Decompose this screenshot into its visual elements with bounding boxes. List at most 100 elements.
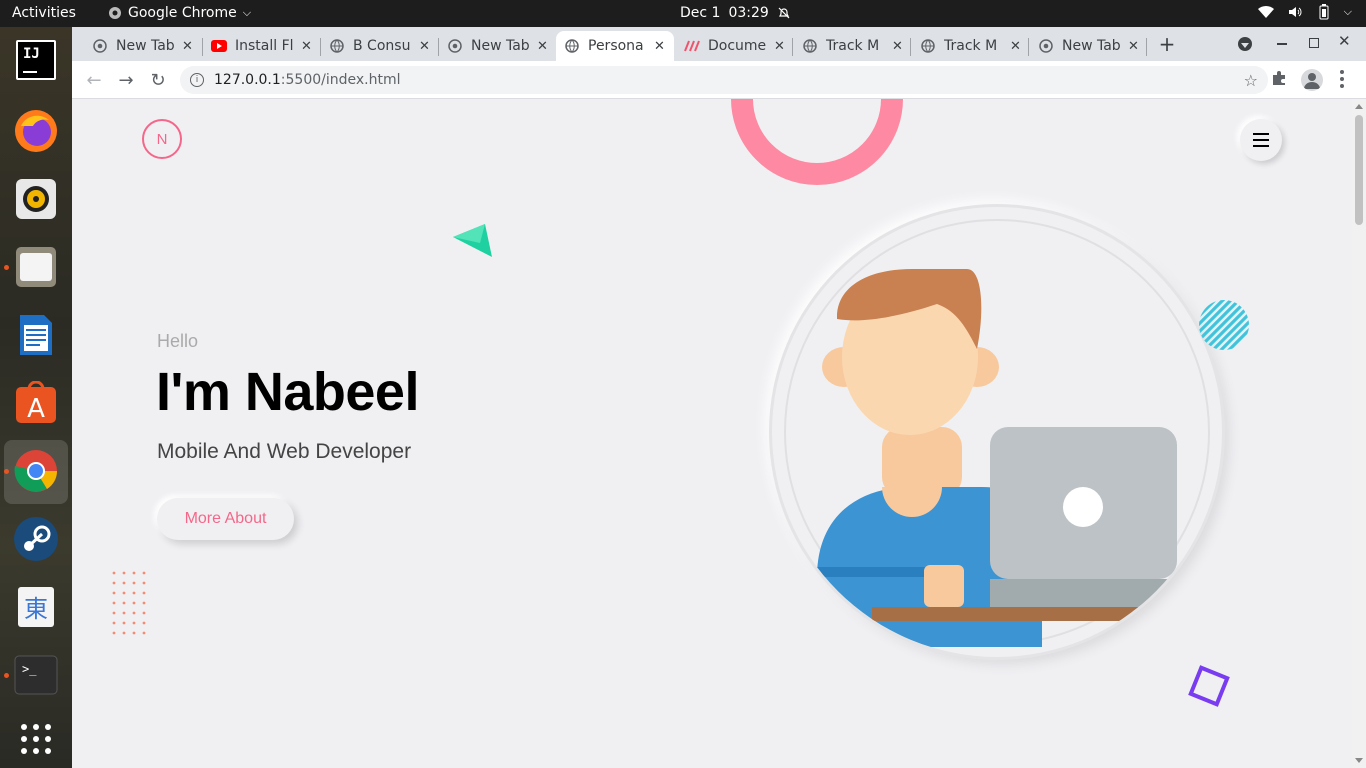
running-indicator <box>4 673 9 678</box>
url-path: :5500/index.html <box>280 72 401 88</box>
tab-title: Persona <box>588 38 644 54</box>
tab-title: Install Fl <box>235 38 294 54</box>
show-applications-icon[interactable] <box>12 715 60 763</box>
chrome-window: New Tab ✕ Install Fl ✕ B Consu ✕ New Tab… <box>72 27 1366 768</box>
tab[interactable]: Track M ✕ <box>912 31 1030 61</box>
chevron-down-icon: ⌵ <box>1343 5 1352 18</box>
tab-separator <box>792 38 793 56</box>
triangle-decoration <box>453 224 492 257</box>
running-indicator <box>4 265 9 270</box>
app-menu[interactable]: Google Chrome ⌵ <box>108 5 251 21</box>
close-icon[interactable]: ✕ <box>1010 39 1021 54</box>
app-name: Google Chrome <box>128 5 237 21</box>
tab[interactable]: Install Fl ✕ <box>203 31 321 61</box>
close-icon[interactable]: ✕ <box>301 39 312 54</box>
hero-subtitle: Mobile And Web Developer <box>157 440 412 463</box>
libreoffice-writer-icon[interactable] <box>12 311 60 359</box>
close-icon[interactable]: ✕ <box>182 39 193 54</box>
url-host: 127.0.0.1 <box>214 72 281 88</box>
tab-active[interactable]: Persona ✕ <box>556 31 674 61</box>
profile-avatar[interactable] <box>1301 69 1323 91</box>
files-icon[interactable] <box>12 243 60 291</box>
pink-ring-decoration <box>731 99 903 185</box>
bell-off-icon <box>778 7 790 19</box>
tab-separator <box>910 38 911 56</box>
hamburger-icon <box>1253 133 1269 147</box>
chrome-icon <box>92 38 108 54</box>
close-icon[interactable]: ✕ <box>1128 39 1139 54</box>
terminal-icon[interactable]: >_ <box>12 651 60 699</box>
scrollbar-thumb[interactable] <box>1355 115 1363 225</box>
info-icon[interactable]: i <box>190 73 204 87</box>
scroll-down-arrow[interactable] <box>1355 758 1363 763</box>
tab-title: Track M <box>944 38 998 54</box>
tab[interactable]: Track M ✕ <box>794 31 912 61</box>
close-icon[interactable]: ✕ <box>774 39 785 54</box>
rhythmbox-icon[interactable] <box>12 175 60 223</box>
forward-button[interactable]: → <box>114 68 138 92</box>
google-chrome-icon[interactable] <box>12 447 60 495</box>
close-icon[interactable]: ✕ <box>654 39 665 54</box>
maximize-button[interactable] <box>1309 38 1319 48</box>
hamburger-menu-button[interactable] <box>1240 119 1282 161</box>
ubuntu-software-icon[interactable]: A <box>12 379 60 427</box>
close-icon[interactable]: ✕ <box>537 39 548 54</box>
chevron-down-icon <box>1241 42 1249 48</box>
tab-separator <box>1146 38 1147 56</box>
globe-icon <box>920 38 936 54</box>
wifi-icon <box>1257 5 1274 19</box>
clock[interactable]: Dec 1 03:29 <box>680 5 791 21</box>
dot-grid-decoration <box>112 571 146 635</box>
tab-title: New Tab <box>1062 38 1121 54</box>
extensions-icon[interactable] <box>1271 70 1287 90</box>
hello-text: Hello <box>157 331 199 351</box>
close-icon[interactable]: ✕ <box>892 39 903 54</box>
tab-search-button[interactable] <box>1238 37 1252 51</box>
steam-icon[interactable] <box>12 515 60 563</box>
tab-title: B Consu <box>353 38 411 54</box>
tab[interactable]: New Tab ✕ <box>84 31 202 61</box>
globe-icon <box>329 38 345 54</box>
tab[interactable]: B Consu ✕ <box>321 31 439 61</box>
developer-illustration <box>784 219 1210 647</box>
reload-button[interactable]: ↻ <box>146 68 170 92</box>
tab[interactable]: New Tab ✕ <box>439 31 557 61</box>
minimize-button[interactable] <box>1277 43 1287 45</box>
tab-separator <box>1028 38 1029 56</box>
browser-toolbar: ← → ↻ i 127.0.0.1:5500/index.html ☆ <box>72 61 1366 99</box>
volume-icon <box>1288 7 1302 17</box>
tab[interactable]: New Tab ✕ <box>1030 31 1148 61</box>
menu-kebab-icon[interactable] <box>1340 70 1344 88</box>
system-tray[interactable]: ⌵ <box>1257 4 1352 20</box>
running-indicator <box>4 469 9 474</box>
address-bar[interactable]: i 127.0.0.1:5500/index.html ☆ <box>180 66 1268 94</box>
date: Dec 1 <box>680 5 721 21</box>
tab-strip: New Tab ✕ Install Fl ✕ B Consu ✕ New Tab… <box>72 27 1366 61</box>
scrollbar[interactable] <box>1352 99 1366 768</box>
tab[interactable]: Docume ✕ <box>676 31 794 61</box>
chrome-icon <box>447 38 463 54</box>
close-window-button[interactable]: ✕ <box>1338 32 1351 50</box>
tab-title: New Tab <box>471 38 530 54</box>
globe-icon <box>802 38 818 54</box>
intellij-idea-icon[interactable]: IJ <box>16 40 56 80</box>
hero-title: I'm Nabeel <box>156 362 419 422</box>
new-tab-button[interactable]: + <box>1156 32 1178 56</box>
activities-button[interactable]: Activities <box>12 5 76 21</box>
scroll-up-arrow[interactable] <box>1355 104 1363 109</box>
back-button[interactable]: ← <box>82 68 106 92</box>
globe-icon <box>564 38 580 54</box>
docs-icon <box>684 38 700 54</box>
more-about-button[interactable]: More About <box>157 498 294 540</box>
language-input-icon[interactable]: 東 <box>12 583 60 631</box>
chevron-down-icon: ⌵ <box>242 6 252 19</box>
chrome-icon <box>109 7 121 19</box>
close-icon[interactable]: ✕ <box>419 39 430 54</box>
bookmark-star-icon[interactable]: ☆ <box>1244 71 1258 90</box>
site-logo[interactable]: N <box>142 119 182 159</box>
battery-icon <box>1319 4 1329 20</box>
svg-text:A: A <box>27 394 45 424</box>
dock: IJ A 東 >_ <box>0 27 72 768</box>
time: 03:29 <box>728 5 769 21</box>
firefox-icon[interactable] <box>12 107 60 155</box>
